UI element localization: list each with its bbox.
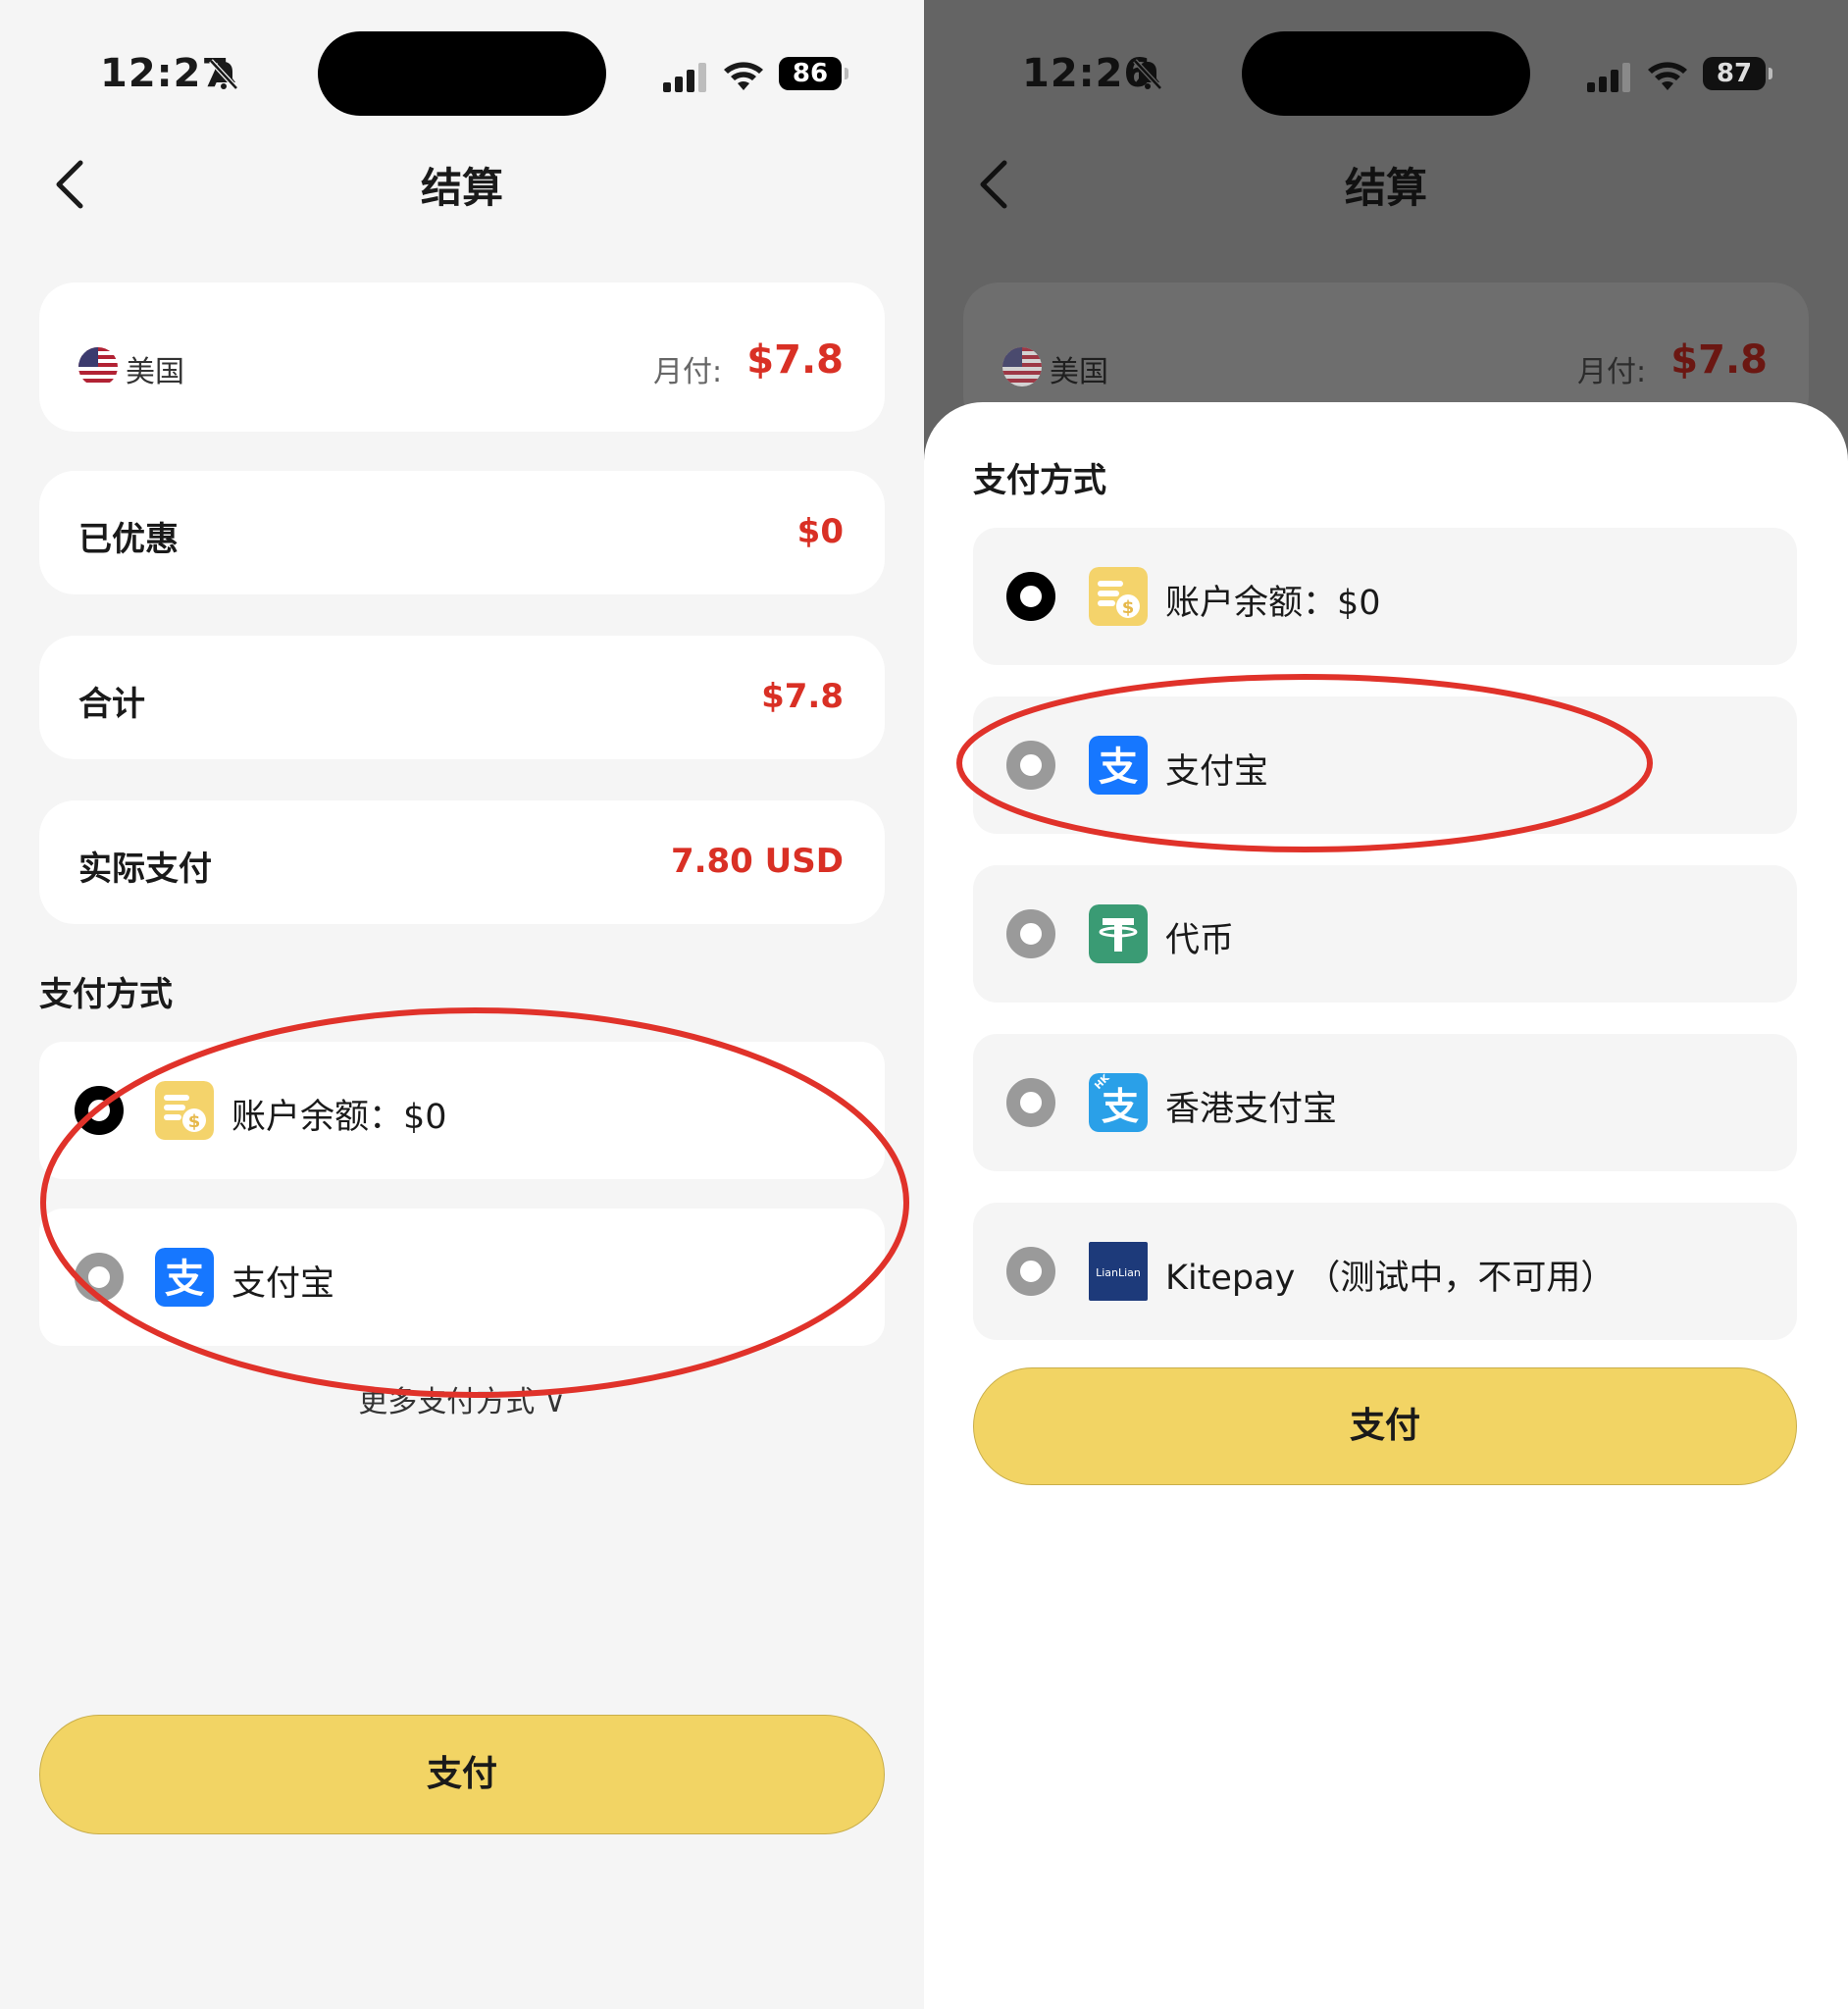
payment-option-label: 账户余额：$0 — [231, 1098, 447, 1137]
payment-option-alipay[interactable]: 支 支付宝 — [973, 696, 1797, 834]
alipay-hk-icon: 支 HK — [1089, 1073, 1148, 1132]
monthly-price: $7.8 — [1670, 337, 1768, 383]
battery-indicator: 87 — [1703, 57, 1772, 90]
page-title: 结算 — [1344, 164, 1427, 212]
discount-card: 已优惠 $0 — [39, 471, 885, 594]
radio-unselected[interactable] — [75, 1253, 124, 1302]
tether-icon — [1089, 904, 1148, 963]
radio-unselected[interactable] — [1006, 1078, 1055, 1127]
wifi-icon — [1648, 62, 1687, 90]
payment-section-title: 支付方式 — [39, 975, 173, 1014]
svg-text:$: $ — [188, 1111, 201, 1132]
page-title: 结算 — [420, 164, 503, 212]
payment-option-label: 支付宝 — [1165, 752, 1269, 792]
country-card: 美国 月付: $7.8 — [39, 283, 885, 432]
wallet-coin-icon: $ — [155, 1081, 214, 1140]
silent-bell-icon — [209, 59, 238, 90]
actual-payment-card: 实际支付 7.80 USD — [39, 800, 885, 924]
battery-indicator: 86 — [779, 57, 848, 90]
radio-unselected[interactable] — [1006, 1247, 1055, 1296]
radio-selected[interactable] — [1006, 572, 1055, 621]
left-checkout-screen: 12:27 86 结算 美国 月付: $7.8 已优惠 $0 合计 $7.8 实… — [0, 0, 924, 2009]
payment-option-label: 代币 — [1165, 921, 1235, 960]
wallet-coin-icon: $ — [1089, 567, 1148, 626]
actual-payment-label: 实际支付 — [78, 850, 212, 889]
total-card: 合计 $7.8 — [39, 636, 885, 759]
alipay-icon: 支 — [1089, 736, 1148, 795]
us-flag-icon — [78, 347, 118, 386]
alipay-icon: 支 — [155, 1248, 214, 1307]
svg-text:支: 支 — [1102, 1085, 1139, 1128]
svg-text:$: $ — [1122, 597, 1135, 618]
payment-option-balance[interactable]: $ 账户余额：$0 — [39, 1042, 885, 1179]
svg-text:支: 支 — [1099, 745, 1138, 790]
total-value: $7.8 — [761, 677, 844, 716]
sheet-title: 支付方式 — [973, 461, 1106, 500]
monthly-label: 月付: — [653, 355, 723, 389]
payment-method-sheet: 支付方式 $ 账户余额：$0 支 支付宝 代币 支 HK 香港支付宝 LianL… — [924, 402, 1848, 2009]
payment-option-balance[interactable]: $ 账户余额：$0 — [973, 528, 1797, 665]
country-name: 美国 — [126, 355, 184, 389]
status-bar: 12:27 86 — [0, 0, 924, 147]
radio-unselected[interactable] — [1006, 909, 1055, 958]
payment-option-label: 账户余额：$0 — [1165, 584, 1381, 623]
dynamic-island — [318, 31, 606, 116]
payment-option-token[interactable]: 代币 — [973, 865, 1797, 1003]
radio-selected[interactable] — [75, 1086, 124, 1135]
dynamic-island — [1242, 31, 1530, 116]
wifi-icon — [724, 62, 763, 90]
payment-option-alipay-hk[interactable]: 支 HK 香港支付宝 — [973, 1034, 1797, 1171]
discount-label: 已优惠 — [78, 520, 179, 559]
lianlian-icon: LianLian — [1089, 1242, 1148, 1301]
payment-option-label: 香港支付宝 — [1165, 1090, 1338, 1129]
monthly-label: 月付: — [1577, 355, 1647, 389]
us-flag-icon — [1002, 347, 1042, 386]
pay-button[interactable]: 支付 — [39, 1715, 885, 1834]
cell-signal-icon — [663, 63, 706, 92]
silent-bell-icon — [1133, 59, 1162, 90]
lianlian-logo-text: LianLian — [1096, 1266, 1141, 1279]
status-bar: 12:26 87 — [924, 0, 1848, 147]
discount-value: $0 — [796, 512, 844, 551]
more-payment-methods-link[interactable]: 更多支付方式 ∨ — [0, 1377, 924, 1420]
cell-signal-icon — [1587, 63, 1630, 92]
payment-option-label: 支付宝 — [231, 1264, 335, 1304]
total-label: 合计 — [78, 685, 145, 724]
svg-text:支: 支 — [165, 1257, 204, 1302]
actual-payment-value: 7.80 USD — [670, 842, 844, 881]
radio-unselected[interactable] — [1006, 741, 1055, 790]
payment-option-kitepay[interactable]: LianLian Kitepay （测试中，不可用） — [973, 1203, 1797, 1340]
right-payment-sheet-screen: 12:26 87 结算 美国 月付: $7.8 支付方式 $ 账户余额：$0 支… — [924, 0, 1848, 2009]
country-name: 美国 — [1050, 355, 1108, 389]
monthly-price: $7.8 — [746, 337, 844, 383]
pay-button[interactable]: 支付 — [973, 1367, 1797, 1485]
payment-option-label: Kitepay （测试中，不可用） — [1165, 1259, 1616, 1298]
payment-option-alipay[interactable]: 支 支付宝 — [39, 1209, 885, 1346]
